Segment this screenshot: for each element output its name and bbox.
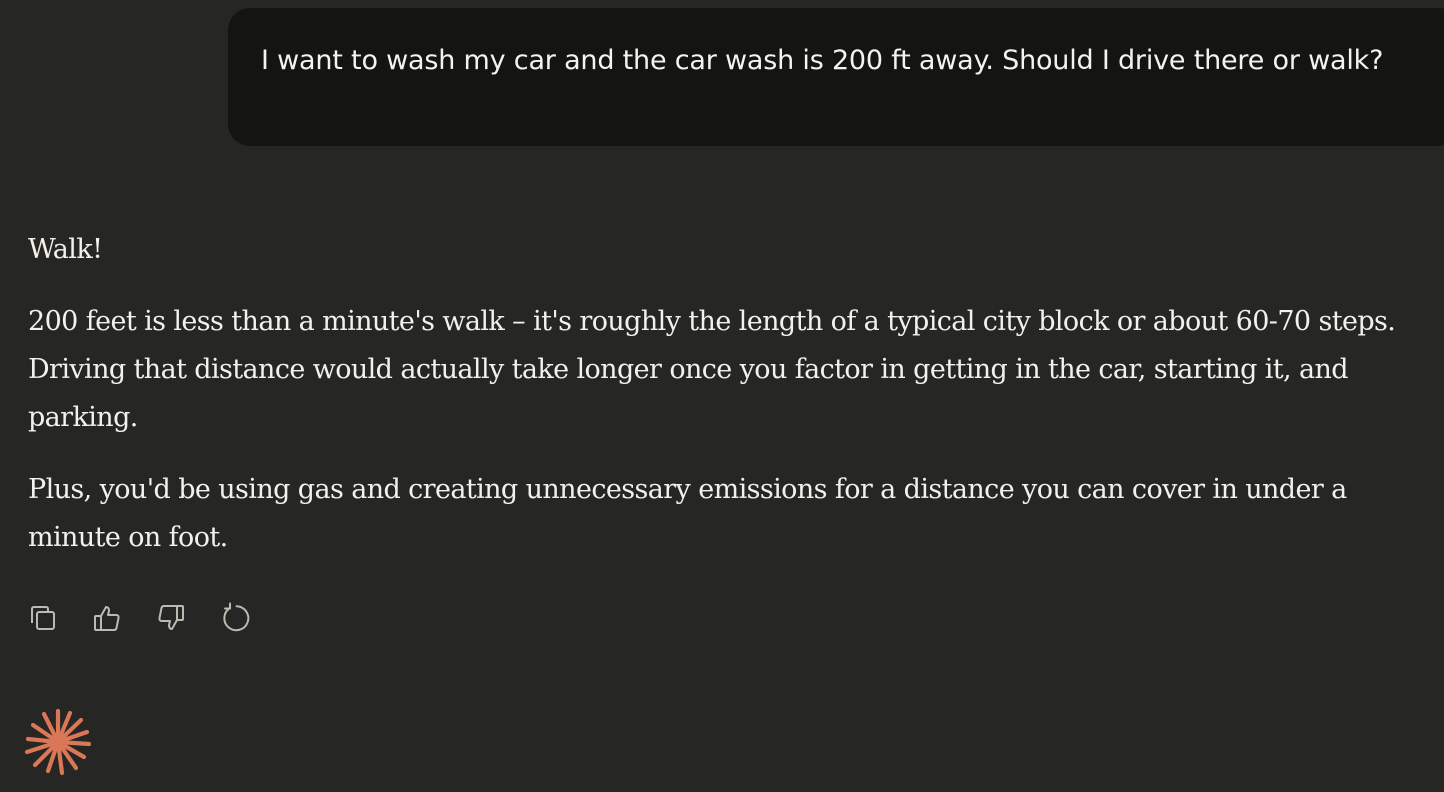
user-message-text: I want to wash my car and the car wash i… bbox=[261, 45, 1384, 76]
chat-page: I want to wash my car and the car wash i… bbox=[0, 0, 1444, 792]
response-paragraph: Walk! bbox=[28, 234, 103, 265]
thumbs-down-button[interactable] bbox=[154, 598, 188, 638]
user-message-bubble: I want to wash my car and the car wash i… bbox=[228, 8, 1444, 146]
thumbs-up-button[interactable] bbox=[90, 598, 124, 638]
retry-button[interactable] bbox=[218, 598, 252, 638]
copy-icon bbox=[31, 606, 55, 630]
response-paragraph: 200 feet is less than a minute's walk – … bbox=[28, 306, 1396, 433]
assistant-response: Walk! 200 feet is less than a minute's w… bbox=[28, 226, 1408, 586]
thumbs-up-icon bbox=[94, 606, 120, 631]
response-paragraph: Plus, you'd be using gas and creating un… bbox=[28, 474, 1347, 553]
thumbs-down-icon bbox=[158, 605, 184, 630]
copy-button[interactable] bbox=[26, 598, 60, 638]
spark-icon bbox=[24, 708, 92, 776]
message-actions bbox=[26, 598, 252, 638]
retry-icon bbox=[223, 602, 250, 632]
